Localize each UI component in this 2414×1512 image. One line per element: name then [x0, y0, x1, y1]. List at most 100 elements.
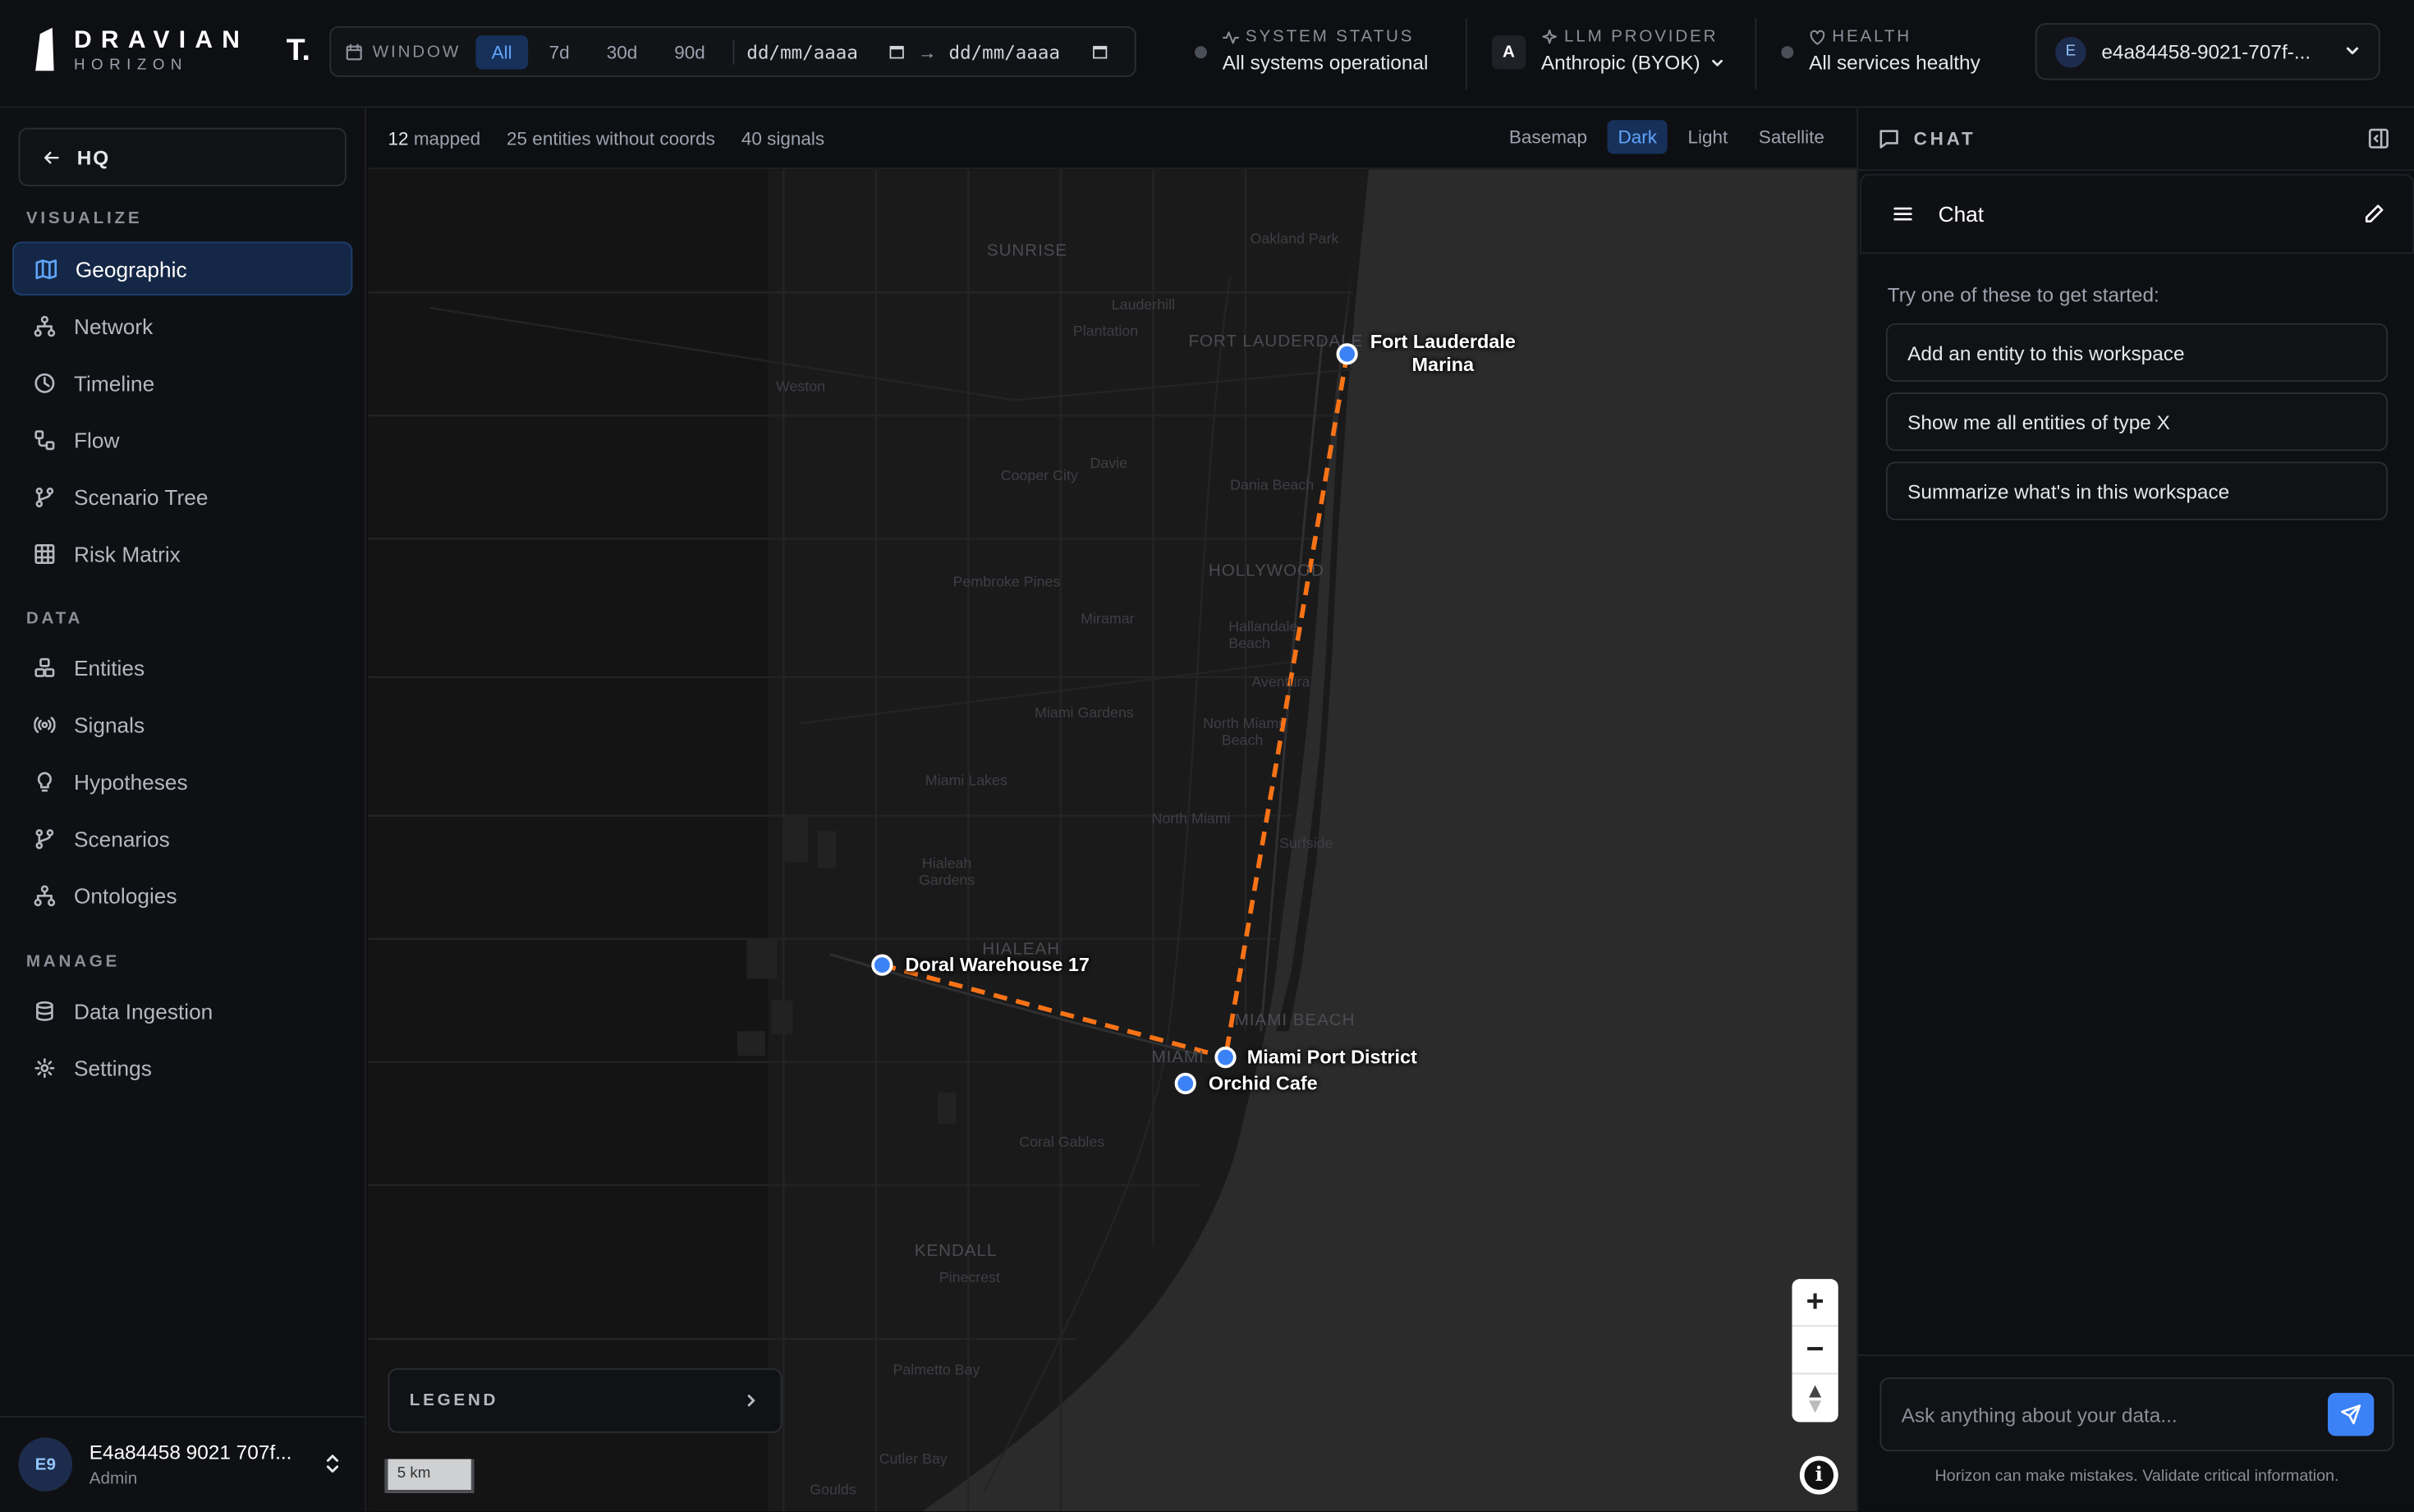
marker-label-orchid-cafe: Orchid Cafe	[1208, 1072, 1318, 1095]
health-label: HEALTH	[1832, 27, 1911, 47]
zoom-controls: + −	[1792, 1279, 1838, 1423]
sidebar-item-entities[interactable]: Entities	[12, 640, 352, 694]
window-option-all[interactable]: All	[475, 34, 528, 69]
clock-icon	[34, 372, 55, 392]
sidebar-item-data-ingestion[interactable]: Data Ingestion	[12, 983, 352, 1038]
calendar-icon	[346, 43, 362, 60]
compass-icon	[1809, 1384, 1822, 1413]
map-toolbar: 12 mapped 25 entities without coords 40 …	[368, 108, 1857, 170]
chat-panel-header: CHAT	[1858, 108, 2414, 172]
place-label: Aventura	[1251, 674, 1310, 691]
sidebar-item-ontologies[interactable]: Ontologies	[12, 868, 352, 923]
place-label: MIAMI	[1151, 1047, 1205, 1067]
map-stats: 12 mapped 25 entities without coords 40 …	[388, 128, 825, 149]
place-label: Goulds	[810, 1482, 856, 1500]
llm-provider-selector[interactable]: A LLM PROVIDER Anthropic (BYOK)	[1491, 27, 1724, 74]
chat-panel: CHAT Chat Try one of these to get starte…	[1856, 108, 2414, 1512]
user-profile-menu[interactable]: E9 E4a84458 9021 707f... Admin	[0, 1416, 367, 1511]
map-attribution-button[interactable]: i	[1799, 1455, 1838, 1495]
place-label: SUNRISE	[986, 241, 1068, 260]
disclaimer: Horizon can make mistakes. Validate crit…	[1934, 1466, 2339, 1486]
sidebar-item-scenario-tree[interactable]: Scenario Tree	[12, 470, 352, 524]
place-label: Cooper City	[1000, 468, 1078, 485]
calendar-picker-icon[interactable]	[888, 44, 906, 61]
user-role: Admin	[89, 1469, 138, 1489]
window-option-30d[interactable]: 30d	[591, 34, 653, 68]
suggestion-summarize[interactable]: Summarize what's in this workspace	[1885, 461, 2389, 520]
menu-icon[interactable]	[1892, 204, 1913, 225]
send-button[interactable]	[2328, 1392, 2375, 1436]
brand-logo[interactable]: DRAVIAN HORIZON	[31, 25, 250, 77]
chat-title: Chat	[1938, 201, 1985, 227]
arrow-left-icon	[44, 150, 59, 163]
suggestion-show-entities[interactable]: Show me all entities of type X	[1885, 392, 2389, 451]
map-marker-miami-port-district[interactable]	[1214, 1047, 1237, 1069]
chevron-down-icon	[1712, 59, 1723, 66]
place-label: Pembroke Pines	[952, 574, 1061, 591]
sidebar-item-signals[interactable]: Signals	[12, 697, 352, 751]
gear-icon	[34, 1057, 55, 1078]
map-icon	[35, 259, 57, 279]
time-window-filter: WINDOW All 7d 30d 90d dd/mm/aaaa → dd/mm…	[329, 25, 1136, 77]
basemap-dark[interactable]: Dark	[1607, 120, 1668, 154]
place-label: Weston	[776, 378, 826, 396]
place-label: HOLLYWOOD	[1208, 561, 1324, 580]
pencil-icon[interactable]	[2363, 204, 2384, 225]
marker-label-fort-lauderdale-marina: Fort Lauderdale Marina	[1370, 331, 1516, 376]
place-label: Dania Beach	[1230, 477, 1315, 494]
sidebar-item-timeline[interactable]: Timeline	[12, 355, 352, 410]
date-to-input[interactable]: dd/mm/aaaa	[949, 41, 1108, 62]
collapse-panel-icon[interactable]	[2368, 128, 2389, 149]
user-select-value: e4a84458-9021-707f-...	[2101, 39, 2311, 63]
reset-bearing-button[interactable]	[1792, 1374, 1838, 1422]
health-status[interactable]: HEALTH All services healthy	[1781, 28, 1980, 74]
sidebar-item-network[interactable]: Network	[12, 299, 352, 353]
place-label: Davie	[1090, 456, 1128, 473]
section-label-data: DATA	[25, 609, 84, 629]
sidebar-item-hypotheses[interactable]: Hypotheses	[12, 754, 352, 809]
llm-provider-value: Anthropic (BYOK)	[1541, 51, 1724, 74]
sidebar-item-risk-matrix[interactable]: Risk Matrix	[12, 526, 352, 580]
window-option-7d[interactable]: 7d	[534, 34, 585, 68]
workspace-initial[interactable]: T.	[287, 34, 310, 69]
sparkles-icon	[1542, 28, 1557, 44]
geographic-map[interactable]: SUNRISE Oakland Park Lauderhill Plantati…	[368, 169, 1857, 1512]
sidebar-item-settings[interactable]: Settings	[12, 1041, 352, 1095]
place-label: North Miami	[1151, 811, 1231, 828]
map-marker-fort-lauderdale-marina[interactable]	[1336, 343, 1358, 365]
legend-toggle[interactable]: LEGEND	[388, 1368, 782, 1433]
signals-count: 40 signals	[741, 127, 825, 149]
map-marker-orchid-cafe[interactable]	[1174, 1072, 1196, 1095]
suggestions-prompt: Try one of these to get started:	[1887, 283, 2159, 307]
back-to-hq-button[interactable]: HQ	[18, 127, 346, 186]
mapped-count: 12 mapped	[388, 127, 481, 149]
llm-provider-label: LLM PROVIDER	[1564, 27, 1719, 47]
chat-conversation-header: Chat	[1860, 173, 2414, 254]
system-status-label: SYSTEM STATUS	[1245, 27, 1415, 47]
place-label: Miami Gardens	[1035, 704, 1134, 722]
provider-badge: A	[1491, 35, 1526, 70]
place-label: Surfside	[1279, 836, 1333, 853]
map-marker-doral-warehouse-17[interactable]	[871, 954, 893, 976]
place-label: Cutler Bay	[879, 1451, 948, 1468]
place-label: Hialeah Gardens	[918, 855, 975, 890]
sidebar-item-scenarios[interactable]: Scenarios	[12, 811, 352, 865]
basemap-light[interactable]: Light	[1677, 120, 1738, 153]
place-label: Hallandale Beach	[1228, 618, 1298, 653]
date-from-input[interactable]: dd/mm/aaaa	[746, 41, 906, 62]
workspace-user-select[interactable]: E e4a84458-9021-707f-...	[2035, 23, 2380, 80]
sidebar-item-geographic[interactable]: Geographic	[12, 241, 353, 296]
divider	[1466, 18, 1467, 89]
place-label: Miramar	[1081, 611, 1135, 628]
window-option-90d[interactable]: 90d	[659, 34, 721, 68]
lightbulb-icon	[37, 771, 52, 791]
calendar-picker-icon[interactable]	[1090, 44, 1108, 61]
chat-input[interactable]: Ask anything about your data...	[1879, 1377, 2394, 1452]
suggestion-add-entity[interactable]: Add an entity to this workspace	[1885, 323, 2389, 382]
zoom-out-button[interactable]: −	[1792, 1326, 1838, 1375]
basemap-satellite[interactable]: Satellite	[1748, 120, 1835, 153]
zoom-in-button[interactable]: +	[1792, 1279, 1838, 1327]
database-icon	[36, 1000, 53, 1020]
system-status[interactable]: SYSTEM STATUS All systems operational	[1195, 28, 1428, 74]
sidebar-item-flow[interactable]: Flow	[12, 413, 352, 467]
